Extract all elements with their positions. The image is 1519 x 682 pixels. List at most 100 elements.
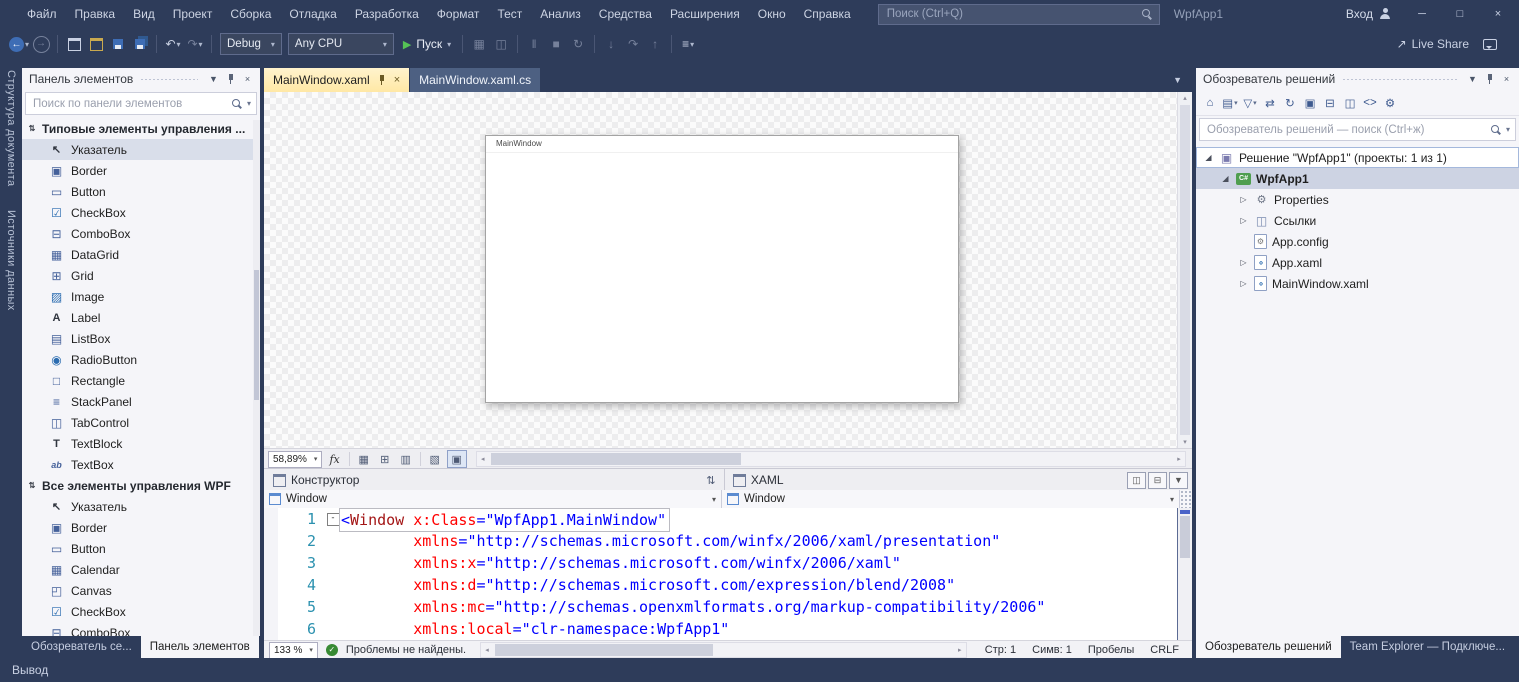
panel-tab[interactable]: Обозреватель се...	[22, 636, 141, 658]
close-button[interactable]: ×	[1481, 0, 1515, 28]
new-project-button[interactable]	[63, 33, 85, 55]
toolbar-overflow-button[interactable]: ≡▾	[677, 33, 699, 55]
code-line[interactable]: xmlns:mc="http://schemas.openxmlformats.…	[341, 596, 1178, 618]
expander-icon[interactable]: ▷	[1238, 258, 1249, 267]
breadcrumb-element-combo-right[interactable]: Window ▾	[722, 490, 1180, 508]
scroll-up-icon[interactable]: ▴	[1178, 94, 1192, 102]
collapse-all-button[interactable]: ⊟	[1321, 94, 1339, 112]
home-button[interactable]: ⌂	[1201, 94, 1219, 112]
panel-tab[interactable]: Панель элементов	[141, 636, 259, 658]
toolbox-item[interactable]: ab TextBox	[22, 454, 260, 475]
toolbox-item[interactable]: ▣ Border	[22, 160, 260, 181]
tab-list-chevron-icon[interactable]: ▼	[1173, 75, 1182, 85]
solution-platform-combo[interactable]: Any CPU▾	[288, 33, 394, 55]
menu-item[interactable]: Отладка	[280, 0, 345, 28]
expander-icon[interactable]: ▷	[1238, 279, 1249, 288]
step-over-button[interactable]: ↷	[622, 33, 644, 55]
code-line[interactable]: xmlns:x="http://schemas.microsoft.com/wi…	[341, 552, 1178, 574]
navigate-forward-button[interactable]: →	[30, 33, 52, 55]
toolbox-item[interactable]: A Label	[22, 307, 260, 328]
sync-with-active-document-button[interactable]: ⇄	[1261, 94, 1279, 112]
show-grid-button[interactable]: ▦	[355, 451, 373, 467]
feedback-button[interactable]	[1479, 33, 1501, 55]
toolbox-item[interactable]: ▨ Image	[22, 286, 260, 307]
tree-row[interactable]: ▷ MainWindow.xaml	[1196, 273, 1519, 294]
splitbar-divider[interactable]	[724, 469, 725, 491]
navigate-backward-button[interactable]: ←▾	[8, 33, 30, 55]
expander-icon[interactable]: ▷	[1238, 195, 1249, 204]
start-debugging-button[interactable]: ▶Пуск▾	[397, 33, 457, 55]
vertical-tool-tab[interactable]: Структура документа	[0, 60, 22, 200]
toolbox-item[interactable]: ◉ RadioButton	[22, 349, 260, 370]
toolbox-item[interactable]: ◫ TabControl	[22, 412, 260, 433]
show-all-files-button[interactable]: ◫	[1341, 94, 1359, 112]
menu-item[interactable]: Анализ	[531, 0, 590, 28]
horizontal-split-button[interactable]: ⊟	[1148, 472, 1167, 489]
toolbox-search[interactable]: ▾	[25, 92, 257, 115]
menu-item[interactable]: Справка	[795, 0, 860, 28]
quick-launch-input[interactable]	[885, 7, 1141, 21]
panel-tab[interactable]: Team Explorer — Подключе...	[1341, 636, 1514, 658]
debug-history-button[interactable]: ▦	[468, 33, 490, 55]
menu-item[interactable]: Тест	[488, 0, 531, 28]
scroll-left-icon[interactable]: ◂	[481, 643, 493, 657]
swap-panes-button[interactable]: ⇅	[701, 474, 721, 487]
open-file-button[interactable]	[85, 33, 107, 55]
menu-item[interactable]: Сборка	[221, 0, 280, 28]
minimize-button[interactable]: ─	[1405, 0, 1439, 28]
status-spaces[interactable]: Пробелы	[1088, 644, 1134, 656]
code-text-area[interactable]: <Window x:Class="WpfApp1.MainWindow" xml…	[341, 508, 1178, 640]
nest-files-button[interactable]: ▣	[1301, 94, 1319, 112]
editor-horizontal-scrollbar[interactable]: ◂ ▸	[480, 642, 967, 658]
xaml-code-editor[interactable]: 123456 - <Window x:Class="WpfApp1.MainWi…	[264, 508, 1178, 640]
status-eol[interactable]: CRLF	[1150, 644, 1179, 656]
collapse-pane-button[interactable]: ▼	[1169, 472, 1188, 489]
filter-button[interactable]: ▽▾	[1241, 94, 1259, 112]
toolbox-group-all-wpf[interactable]: ⇅ Все элементы управления WPF	[22, 475, 260, 496]
auto-hide-button[interactable]	[1481, 71, 1498, 87]
scroll-left-icon[interactable]: ◂	[477, 452, 489, 466]
maximize-button[interactable]: □	[1443, 0, 1477, 28]
properties-button[interactable]: ⚙	[1381, 94, 1399, 112]
redo-button[interactable]: ↷▾	[184, 33, 206, 55]
step-out-button[interactable]: ↑	[644, 33, 666, 55]
tab-mainwindow-xaml-cs[interactable]: MainWindow.xaml.cs	[410, 68, 540, 92]
scroll-right-icon[interactable]: ▸	[954, 643, 966, 657]
breadcrumb-grip[interactable]	[1180, 490, 1192, 508]
switch-views-button[interactable]: ▤▾	[1221, 94, 1239, 112]
xaml-designer-surface[interactable]: MainWindow ▴ ▾	[264, 92, 1192, 448]
toolbox-group-common[interactable]: ⇅ Типовые элементы управления ...	[22, 118, 260, 139]
menu-item[interactable]: Средства	[590, 0, 661, 28]
toolbox-item[interactable]: ☑ CheckBox	[22, 601, 260, 622]
step-into-button[interactable]: ↓	[600, 33, 622, 55]
refresh-button[interactable]: ↻	[1281, 94, 1299, 112]
toolbox-item[interactable]: ◰ Canvas	[22, 580, 260, 601]
solution-configuration-combo[interactable]: Debug▾	[220, 33, 282, 55]
tree-row[interactable]: ◢ WpfApp1	[1196, 168, 1519, 189]
start-dropdown-icon[interactable]: ▾	[447, 40, 451, 49]
scrollbar-thumb[interactable]	[491, 453, 741, 465]
toolbox-item[interactable]: ⊞ Grid	[22, 265, 260, 286]
panel-tab[interactable]: Обозреватель решений	[1196, 636, 1341, 658]
scrollbar-thumb[interactable]	[1180, 516, 1190, 558]
toolbox-item[interactable]: ▭ Button	[22, 538, 260, 559]
code-line[interactable]: xmlns:local="clr-namespace:WpfApp1"	[341, 618, 1178, 640]
toolbox-search-input[interactable]	[31, 97, 231, 111]
scroll-right-icon[interactable]: ▸	[1173, 452, 1185, 466]
toolbox-item[interactable]: T TextBlock	[22, 433, 260, 454]
design-artboard[interactable]: MainWindow	[485, 135, 959, 403]
breakpoint-margin[interactable]	[264, 508, 278, 640]
tab-mainwindow-xaml[interactable]: MainWindow.xaml ×	[264, 68, 409, 92]
pin-icon[interactable]	[377, 74, 387, 86]
designer-horizontal-scrollbar[interactable]: ◂ ▸	[476, 451, 1186, 467]
disable-project-code-button[interactable]: ▣	[447, 450, 467, 468]
toolbox-item[interactable]: ↖ Указатель	[22, 496, 260, 517]
vertical-split-button[interactable]: ◫	[1127, 472, 1146, 489]
sign-in-button[interactable]: Вход	[1336, 7, 1401, 21]
scrollbar-thumb[interactable]	[1180, 105, 1190, 435]
toolbox-item[interactable]: ▤ ListBox	[22, 328, 260, 349]
fold-collapse-icon[interactable]: -	[327, 513, 340, 526]
toolbox-item[interactable]: ☑ CheckBox	[22, 202, 260, 223]
restart-button[interactable]: ↻	[567, 33, 589, 55]
toolbox-item[interactable]: ≡ StackPanel	[22, 391, 260, 412]
